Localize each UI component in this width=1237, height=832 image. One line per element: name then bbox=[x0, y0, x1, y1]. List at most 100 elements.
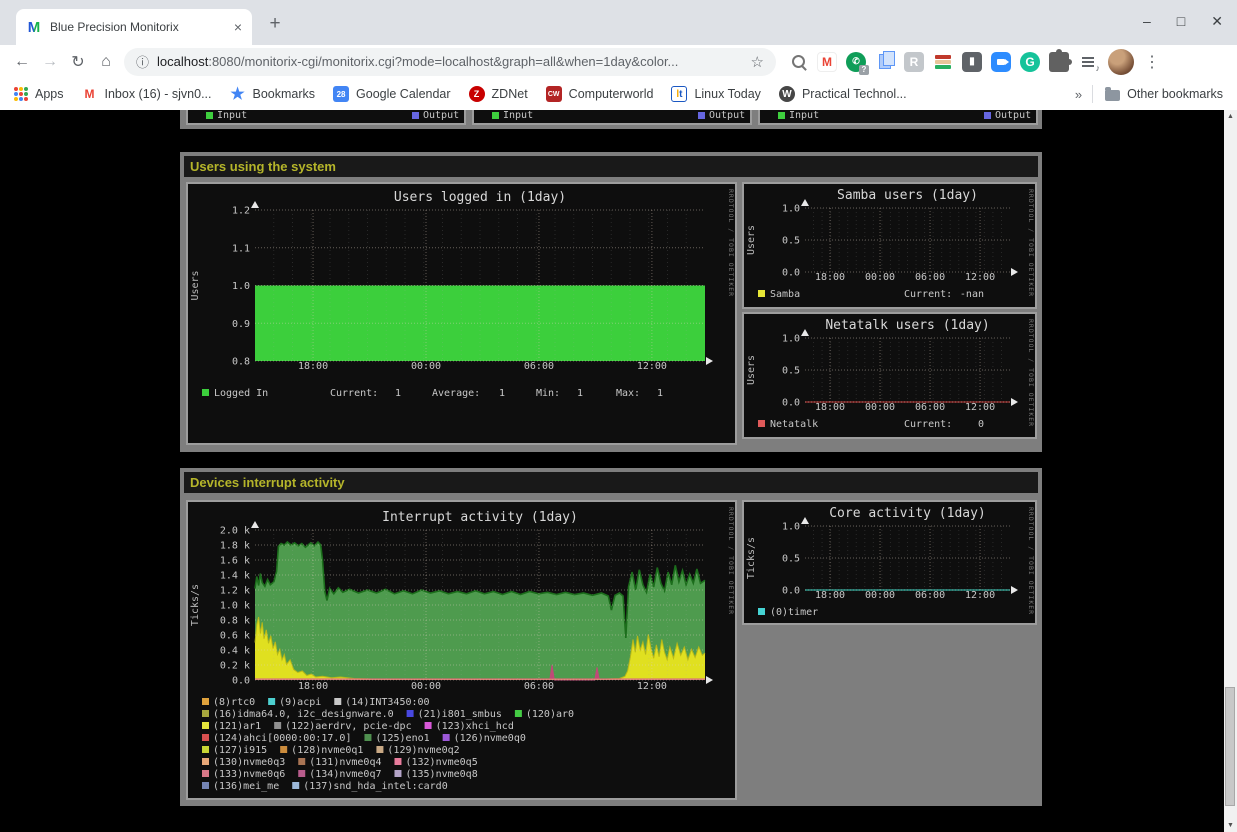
cw-bookmark-icon: CW bbox=[546, 86, 562, 102]
folder-icon bbox=[1105, 90, 1120, 101]
svg-text:12:00: 12:00 bbox=[965, 272, 995, 283]
bookmark-item[interactable]: CWComputerworld bbox=[546, 86, 654, 102]
tab-close-icon[interactable]: × bbox=[234, 19, 242, 35]
svg-text:12:00: 12:00 bbox=[637, 681, 667, 692]
browser-menu-icon[interactable]: ⋮ bbox=[1142, 52, 1162, 72]
close-icon[interactable]: ✕ bbox=[1211, 10, 1223, 32]
browser-toolbar: ← → ↻ ⌂ ⓘ localhost:8080/monitorix-cgi/m… bbox=[0, 45, 1237, 78]
svg-text:Samba users (1day): Samba users (1day) bbox=[837, 188, 978, 203]
search-extension-icon[interactable] bbox=[788, 52, 808, 72]
partial-graph-box: InputOutput bbox=[758, 110, 1038, 125]
svg-text:(130)nvme0q3: (130)nvme0q3 bbox=[213, 757, 285, 768]
svg-text:(134)nvme0q7: (134)nvme0q7 bbox=[309, 769, 381, 780]
lamp-extension-icon[interactable]: ▮ bbox=[962, 52, 982, 72]
bookmark-label: Google Calendar bbox=[356, 87, 451, 101]
svg-text:(132)nvme0q5: (132)nvme0q5 bbox=[405, 757, 477, 768]
zoom-extension-icon[interactable] bbox=[991, 52, 1011, 72]
gmail-bookmark-icon: M bbox=[82, 86, 98, 102]
browser-tab[interactable]: M Blue Precision Monitorix × bbox=[16, 9, 252, 45]
r-extension-icon[interactable]: R bbox=[904, 52, 924, 72]
scroll-down-icon[interactable]: ▼ bbox=[1224, 819, 1237, 832]
svg-text:RRDTOOL / TOBI OETIKER: RRDTOOL / TOBI OETIKER bbox=[1027, 319, 1035, 427]
window-titlebar: M Blue Precision Monitorix × + – □ ✕ bbox=[0, 0, 1237, 45]
svg-text:(135)nvme0q8: (135)nvme0q8 bbox=[405, 769, 477, 780]
star-bookmark-icon: ★ bbox=[230, 86, 246, 102]
maximize-icon[interactable]: □ bbox=[1177, 10, 1185, 32]
gram-extension-icon[interactable]: G bbox=[1020, 52, 1040, 72]
back-icon[interactable]: ← bbox=[8, 53, 36, 71]
chart-core-activity[interactable]: 1.00.50.018:0000:0006:0012:00Core activi… bbox=[742, 500, 1037, 625]
section-interrupts: Devices interrupt activity 2.0 k1.8 k1.6… bbox=[180, 468, 1042, 806]
svg-text:(9)acpi: (9)acpi bbox=[279, 697, 321, 708]
puzzle-extension-icon[interactable] bbox=[1049, 52, 1069, 72]
svg-text:(16)idma64.0, i2c_designware.0: (16)idma64.0, i2c_designware.0 bbox=[213, 709, 394, 720]
bookmark-label: Inbox (16) - sjvn0... bbox=[105, 87, 212, 101]
scrollbar-thumb[interactable] bbox=[1225, 687, 1235, 806]
svg-text:06:00: 06:00 bbox=[524, 681, 554, 692]
output-swatch bbox=[984, 112, 991, 119]
svg-text:(0)timer: (0)timer bbox=[770, 607, 818, 618]
bookmark-item[interactable]: M Inbox (16) - sjvn0... bbox=[82, 86, 212, 102]
svg-text:Current:: Current: bbox=[904, 419, 952, 430]
svg-text:0.5: 0.5 bbox=[782, 366, 800, 377]
bookmark-item[interactable]: ZZDNet bbox=[469, 86, 528, 102]
partial-graph-row: InputOutputInputOutputInputOutput bbox=[180, 110, 1042, 129]
chart-image-interrupt-activity: 2.0 k1.8 k1.6 k1.4 k1.2 k1.0 k0.8 k0.6 k… bbox=[188, 502, 735, 798]
extension-icons: M ✆ R ▮ G bbox=[788, 52, 1098, 72]
svg-text:1.6 k: 1.6 k bbox=[220, 556, 250, 567]
bookmarks-overflow-icon[interactable]: » bbox=[1075, 87, 1082, 102]
svg-text:Samba: Samba bbox=[770, 289, 800, 300]
svg-text:Current:: Current: bbox=[904, 289, 952, 300]
bookmark-item[interactable]: 28Google Calendar bbox=[333, 86, 451, 102]
svg-text:0.0: 0.0 bbox=[782, 268, 800, 279]
monitorix-favicon: M bbox=[26, 19, 42, 35]
scroll-up-icon[interactable]: ▲ bbox=[1224, 110, 1237, 123]
bookmark-star-icon[interactable]: ☆ bbox=[751, 53, 764, 71]
bookmark-item[interactable]: WPractical Technol... bbox=[779, 86, 907, 102]
chat-extension-icon[interactable]: ✆ bbox=[846, 52, 866, 72]
window-controls: – □ ✕ bbox=[1143, 10, 1223, 32]
svg-text:Netatalk users (1day): Netatalk users (1day) bbox=[825, 318, 989, 333]
svg-text:1.2 k: 1.2 k bbox=[220, 586, 250, 597]
partial-graph-box: InputOutput bbox=[472, 110, 752, 125]
url-text[interactable]: localhost:8080/monitorix-cgi/monitorix.c… bbox=[157, 54, 743, 69]
books-extension-icon[interactable] bbox=[933, 52, 953, 72]
svg-text:0.0: 0.0 bbox=[782, 398, 800, 409]
vertical-scrollbar[interactable]: ▲ ▼ bbox=[1224, 110, 1237, 832]
other-bookmarks-label: Other bookmarks bbox=[1127, 87, 1223, 101]
chart-image-core-activity: 1.00.50.018:0000:0006:0012:00Core activi… bbox=[744, 502, 1035, 625]
svg-text:-nan: -nan bbox=[960, 289, 984, 300]
bookmark-apps[interactable]: Apps bbox=[14, 87, 64, 101]
tab-title: Blue Precision Monitorix bbox=[50, 20, 226, 34]
section-users: Users using the system 1.21.11.00.90.818… bbox=[180, 152, 1042, 452]
svg-text:1.0: 1.0 bbox=[782, 522, 800, 533]
svg-text:1: 1 bbox=[395, 388, 401, 399]
copy-extension-icon[interactable] bbox=[875, 52, 895, 72]
playlist-extension-icon[interactable] bbox=[1078, 52, 1098, 72]
svg-text:06:00: 06:00 bbox=[915, 272, 945, 283]
forward-icon[interactable]: → bbox=[36, 53, 64, 71]
chart-interrupt-activity[interactable]: 2.0 k1.8 k1.6 k1.4 k1.2 k1.0 k0.8 k0.6 k… bbox=[186, 500, 737, 800]
new-tab-button[interactable]: + bbox=[262, 13, 288, 35]
other-bookmarks[interactable]: Other bookmarks bbox=[1105, 87, 1223, 101]
minimize-icon[interactable]: – bbox=[1143, 10, 1151, 32]
bookmark-items: M Inbox (16) - sjvn0... ★Bookmarks 28Google… bbox=[82, 86, 925, 102]
gmail-extension-icon[interactable]: M bbox=[817, 52, 837, 72]
svg-text:Netatalk: Netatalk bbox=[770, 419, 818, 430]
url-rest: :8080/monitorix-cgi/monitorix.cgi?mode=l… bbox=[208, 54, 678, 69]
output-swatch bbox=[698, 112, 705, 119]
chart-samba-users[interactable]: 1.00.50.018:0000:0006:0012:00Samba users… bbox=[742, 182, 1037, 309]
bookmark-item[interactable]: ★Bookmarks bbox=[230, 86, 316, 102]
home-icon[interactable]: ⌂ bbox=[92, 53, 120, 71]
page-info-icon[interactable]: ⓘ bbox=[136, 52, 149, 71]
address-bar[interactable]: ⓘ localhost:8080/monitorix-cgi/monitorix… bbox=[124, 48, 776, 76]
profile-avatar[interactable] bbox=[1108, 49, 1134, 75]
svg-text:1.8 k: 1.8 k bbox=[220, 541, 250, 552]
bookmark-item[interactable]: ltLinux Today bbox=[671, 86, 761, 102]
chart-netatalk-users[interactable]: 1.00.50.018:0000:0006:0012:00Netatalk us… bbox=[742, 312, 1037, 439]
reload-icon[interactable]: ↻ bbox=[64, 52, 92, 72]
svg-text:(120)ar0: (120)ar0 bbox=[526, 709, 574, 720]
chart-users-logged-in[interactable]: 1.21.11.00.90.818:0000:0006:0012:00Users… bbox=[186, 182, 737, 445]
chart-image-users-logged-in: 1.21.11.00.90.818:0000:0006:0012:00Users… bbox=[188, 184, 735, 443]
svg-text:0: 0 bbox=[978, 419, 984, 430]
